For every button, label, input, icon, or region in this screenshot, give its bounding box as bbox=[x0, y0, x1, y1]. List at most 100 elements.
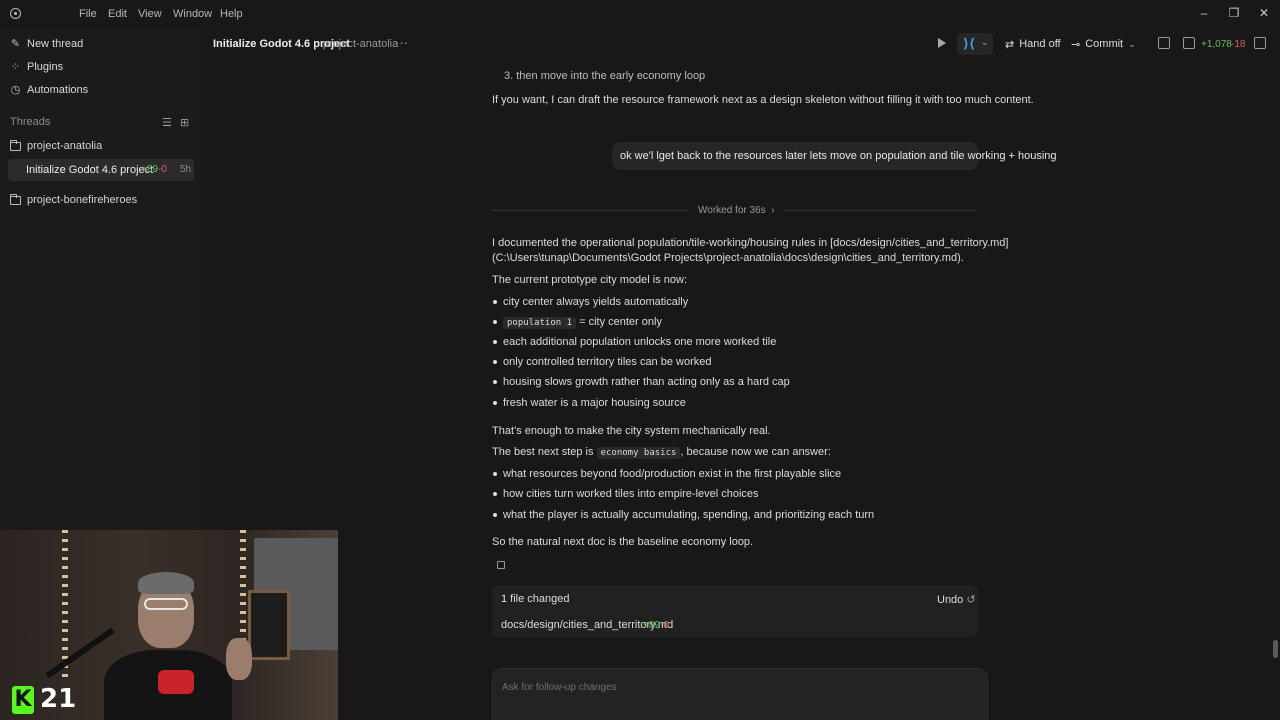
menu-bar: File Edit View Window Help – ❐ ✕ bbox=[0, 0, 1280, 28]
next-step-text-b: , because now we can answer: bbox=[680, 446, 831, 458]
worked-for-label: Worked for 36s bbox=[698, 205, 766, 216]
automations-button[interactable]: ◷ Automations bbox=[10, 81, 88, 99]
undo-label: Undo bbox=[937, 594, 964, 606]
menu-help[interactable]: Help bbox=[220, 8, 243, 20]
project-folder-anatolia[interactable]: project-anatolia bbox=[10, 139, 102, 152]
bullet-dot bbox=[493, 360, 497, 364]
glasses bbox=[144, 598, 188, 610]
list-item: what resources beyond food/production ex… bbox=[503, 468, 842, 480]
previous-list-item: 3. then move into the early economy loop bbox=[504, 70, 706, 82]
bullet-dot bbox=[493, 340, 497, 344]
thread-deletions: -0 bbox=[158, 164, 167, 175]
bullet-dot bbox=[493, 380, 497, 384]
undo-button[interactable]: Undo ↺ bbox=[937, 593, 976, 606]
project-name: project-bonefireheroes bbox=[27, 194, 138, 206]
doc-line-2: (C:\Users\tunap\Documents\Godot Projects… bbox=[492, 252, 964, 264]
user-message-text: ok we'l lget back to the resources later… bbox=[620, 150, 1057, 162]
project-folder-bonefireheroes[interactable]: project-bonefireheroes bbox=[10, 193, 138, 206]
bullet-dot bbox=[493, 320, 497, 324]
plugins-label: Plugins bbox=[27, 61, 64, 73]
conclusion-paragraph: So the natural next doc is the baseline … bbox=[492, 536, 754, 548]
bullet-dot bbox=[493, 472, 497, 476]
grid-icon: ⁘ bbox=[10, 60, 21, 73]
restore-icon[interactable]: ❐ bbox=[1226, 6, 1242, 20]
composer-placeholder: Ask for follow-up changes bbox=[502, 682, 617, 693]
list-item-text: = city center only bbox=[579, 316, 662, 328]
filter-icon[interactable]: ☰ bbox=[162, 116, 172, 129]
divider bbox=[782, 210, 978, 211]
commit-button[interactable]: ⊸ Commit ⌄ bbox=[1065, 33, 1142, 55]
play-icon[interactable] bbox=[938, 38, 946, 48]
file-additions: +89 bbox=[643, 620, 660, 631]
folder-icon bbox=[10, 193, 21, 205]
chevron-down-icon: ⌄ bbox=[981, 37, 989, 47]
list-item: fresh water is a major housing source bbox=[503, 397, 686, 409]
project-label: project-anatolia bbox=[323, 38, 399, 50]
edit-icon: ✎ bbox=[10, 37, 21, 50]
thread-item-active[interactable]: Initialize Godot 4.6 project +89 -0 5h bbox=[8, 159, 194, 181]
more-options-icon[interactable]: ··· bbox=[395, 35, 408, 50]
commit-icon: ⊸ bbox=[1071, 38, 1081, 51]
menu-window[interactable]: Window bbox=[173, 8, 212, 20]
thread-header: Initialize Godot 4.6 project project-ana… bbox=[200, 28, 1280, 60]
plugins-button[interactable]: ⁘ Plugins bbox=[10, 58, 63, 76]
clock-icon: ◷ bbox=[10, 83, 21, 96]
worked-for-toggle[interactable]: Worked for 36s › bbox=[698, 205, 775, 216]
list-item: how cities turn worked tiles into empire… bbox=[503, 488, 759, 500]
thread-age: 5h bbox=[180, 164, 192, 175]
minimize-icon[interactable]: – bbox=[1196, 6, 1212, 20]
doc-line-1: I documented the operational population/… bbox=[492, 237, 1009, 249]
list-item: housing slows growth rather than acting … bbox=[503, 376, 790, 388]
thread-additions: +89 bbox=[141, 164, 158, 175]
close-icon[interactable]: ✕ bbox=[1256, 6, 1272, 20]
terminal-icon[interactable] bbox=[1158, 37, 1170, 49]
hand-off-button[interactable]: ⇄ Hand off bbox=[999, 33, 1067, 55]
app-logo-icon bbox=[10, 8, 21, 19]
total-deletions: -18 bbox=[1231, 39, 1246, 50]
bullet-dot bbox=[493, 513, 497, 517]
list-item: city center always yields automatically bbox=[503, 296, 689, 308]
automations-label: Automations bbox=[27, 84, 89, 96]
list-item: what the player is actually accumulating… bbox=[503, 509, 875, 521]
bullet-dot bbox=[493, 492, 497, 496]
person-hair bbox=[138, 572, 194, 594]
next-step-text-a: The best next step is bbox=[492, 446, 594, 458]
new-thread-label: New thread bbox=[27, 38, 84, 50]
divider bbox=[492, 210, 688, 211]
previous-paragraph: If you want, I can draft the resource fr… bbox=[492, 94, 1034, 106]
menu-edit[interactable]: Edit bbox=[108, 8, 127, 20]
chat-area: 3. then move into the early economy loop… bbox=[200, 60, 1280, 720]
composer-input[interactable]: Ask for follow-up changes bbox=[492, 668, 988, 720]
panel-toggle-icon[interactable] bbox=[1254, 37, 1266, 49]
microphone bbox=[158, 670, 194, 694]
vscode-icon: ⟩⟨ bbox=[963, 36, 975, 51]
chevron-down-icon: ⌄ bbox=[1128, 38, 1136, 49]
webcam-overlay: K 21 bbox=[0, 530, 338, 720]
badge-number: 21 bbox=[40, 684, 77, 714]
folder-icon bbox=[10, 139, 21, 151]
open-in-editor-button[interactable]: ⟩⟨ ⌄ bbox=[957, 33, 993, 55]
total-additions: +1,078 bbox=[1201, 39, 1232, 50]
list-item: population 1 = city center only bbox=[503, 316, 662, 329]
hand-off-label: Hand off bbox=[1019, 38, 1061, 50]
hand-off-icon: ⇄ bbox=[1005, 38, 1015, 51]
next-step-paragraph: The best next step is economy basics, be… bbox=[492, 446, 831, 459]
new-folder-icon[interactable]: ⊞ bbox=[180, 116, 189, 129]
list-item: only controlled territory tiles can be w… bbox=[503, 356, 712, 368]
chevron-right-icon: › bbox=[771, 205, 775, 216]
bullet-dot bbox=[493, 401, 497, 405]
menu-file[interactable]: File bbox=[79, 8, 97, 20]
new-thread-button[interactable]: ✎ New thread bbox=[10, 35, 83, 53]
bullet-dot bbox=[493, 300, 497, 304]
threads-header: Threads bbox=[10, 116, 51, 128]
inline-code: population 1 bbox=[503, 317, 577, 329]
files-changed-title: 1 file changed bbox=[501, 593, 570, 605]
kick-logo-icon: K bbox=[12, 686, 34, 714]
user-message-bubble: ok we'l lget back to the resources later… bbox=[612, 142, 1057, 170]
copy-icon[interactable] bbox=[497, 561, 505, 569]
diff-icon[interactable] bbox=[1183, 37, 1195, 49]
menu-view[interactable]: View bbox=[138, 8, 162, 20]
chalkboard bbox=[248, 590, 290, 660]
undo-icon: ↺ bbox=[966, 594, 976, 606]
scrollbar-thumb[interactable] bbox=[1273, 640, 1278, 658]
